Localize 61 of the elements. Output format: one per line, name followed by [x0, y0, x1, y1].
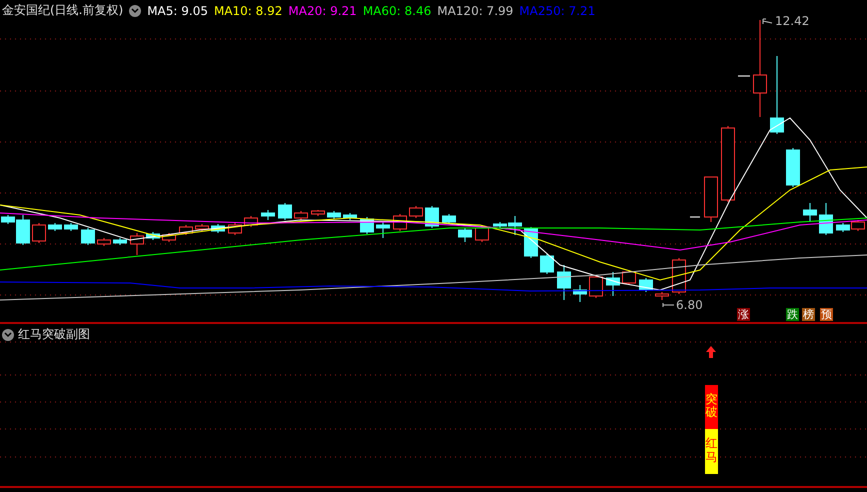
- dropdown-icon[interactable]: [129, 4, 142, 16]
- candlestick: [179, 224, 193, 236]
- candlestick: [475, 226, 489, 242]
- high-price-label: 12.42: [775, 14, 810, 28]
- candlestick: [343, 212, 357, 220]
- candlestick: [557, 264, 571, 300]
- arrow-icon: [662, 302, 674, 308]
- moving-average-label: MA60: 8.46: [362, 4, 432, 18]
- candlestick: [458, 228, 472, 242]
- moving-average-label: MA10: 8.92: [214, 4, 282, 18]
- arrow-icon: [762, 18, 772, 24]
- candlestick: [311, 210, 325, 216]
- candlestick: [409, 206, 423, 218]
- dropdown-icon[interactable]: [2, 328, 14, 340]
- candlestick: [81, 228, 95, 246]
- candlestick: [589, 274, 603, 298]
- candlestick: [244, 216, 258, 228]
- signal-tag: 预: [820, 308, 833, 321]
- candlestick: [228, 222, 242, 236]
- candlestick: [655, 292, 669, 300]
- moving-average-label: MA250: 7.21: [519, 4, 596, 18]
- candlestick: [130, 232, 144, 256]
- signal-tag: 榜: [802, 308, 815, 321]
- candlestick: [195, 224, 209, 232]
- candlestick: [704, 176, 718, 222]
- candlestick: [803, 202, 817, 222]
- candlestick: [211, 224, 225, 234]
- candlestick: [442, 214, 456, 224]
- candlestick: [32, 222, 46, 244]
- moving-average-label: MA20: 9.21: [288, 4, 357, 18]
- signal-bar-segment: 红马: [705, 429, 718, 474]
- signal-bar-segment: 突破: [705, 385, 718, 430]
- candlestick: [64, 222, 78, 232]
- candlestick: [162, 232, 176, 242]
- stock-title: 金安国纪(日线.前复权): [2, 2, 124, 19]
- candlestick: [622, 270, 636, 286]
- candlestick: [146, 232, 160, 240]
- up-arrow-icon: [706, 346, 716, 358]
- signal-tag: 跌: [786, 308, 799, 321]
- sub-chart-title: 红马突破副图: [18, 326, 90, 343]
- candlestick: [261, 210, 275, 220]
- candlestick: [327, 210, 341, 220]
- signal-tag: 涨: [737, 308, 750, 321]
- candlestick: [836, 222, 850, 232]
- moving-average-label: MA5: 9.05: [147, 4, 208, 18]
- candlestick: [425, 206, 439, 228]
- candlestick: [819, 202, 833, 236]
- candlestick: [113, 238, 127, 246]
- price-tick: [690, 216, 700, 218]
- candlestick: [97, 238, 111, 246]
- candlestick: [573, 284, 587, 302]
- low-price-label: 6.80: [676, 298, 703, 312]
- candlestick: [376, 222, 390, 238]
- candlestick: [639, 278, 653, 292]
- candlestick: [540, 254, 554, 274]
- candlestick: [278, 202, 292, 220]
- candlestick: [48, 222, 62, 232]
- candlestick: [606, 272, 620, 296]
- candlestick: [294, 210, 308, 220]
- moving-average-label: MA120: 7.99: [437, 4, 514, 18]
- candlestick: [786, 148, 800, 188]
